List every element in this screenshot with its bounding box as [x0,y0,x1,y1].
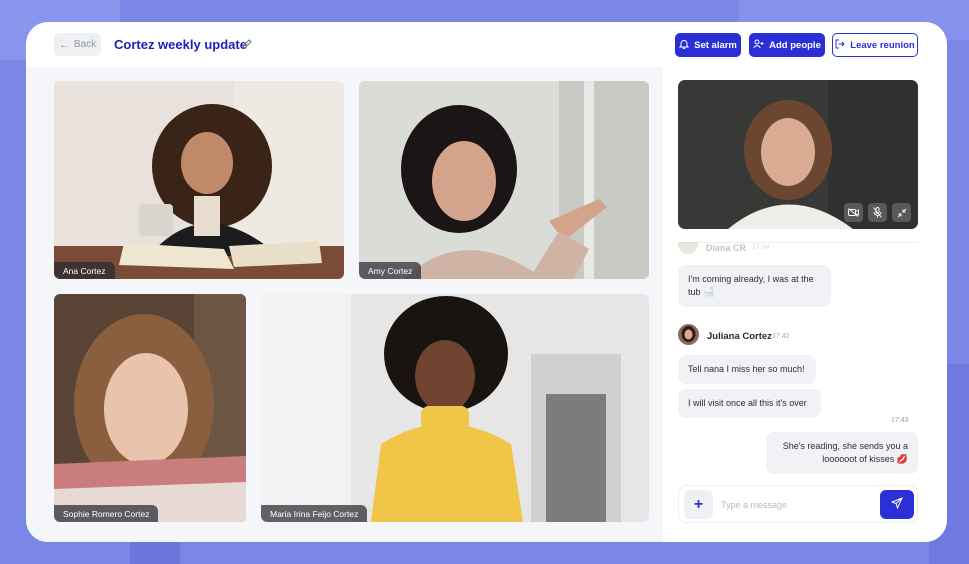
set-alarm-label: Set alarm [694,39,737,51]
participant-video [359,81,649,279]
avatar [678,324,699,345]
leave-label: Leave reunion [850,39,915,51]
sender-name: Diana CR [706,243,747,253]
participant-name: Maria Irina Feijo Cortez [261,505,368,522]
set-alarm-button[interactable]: Set alarm [675,33,741,57]
chat-message: I'm coming already, I was at the tub 🛁 [678,265,831,307]
add-people-label: Add people [769,39,821,51]
back-arrow-icon: ← [58,38,70,51]
meeting-window: ← Back Cortez weekly update Set alarm Ad… [26,22,947,542]
video-tile[interactable]: Ana Cortez [54,81,344,279]
participant-name: Ana Cortez [54,262,115,279]
mic-off-icon[interactable] [868,203,887,222]
participant-video [54,81,344,279]
video-tile[interactable]: Amy Cortez [359,81,649,279]
add-user-icon [753,39,764,52]
participant-video [261,294,649,522]
back-button[interactable]: ← Back [54,33,101,56]
message-time: 17:34 [752,244,770,251]
faded-message-header: Diana CR 17:34 [678,242,918,254]
bell-icon [678,39,690,52]
background-shape [130,540,180,564]
chat-message: I will visit once all this it's over [678,389,821,418]
sender-name: Juliana Cortez [707,331,772,342]
self-video [678,80,918,229]
video-tile[interactable]: Sophie Romero Cortez [54,294,246,522]
send-button[interactable] [880,490,914,519]
participant-name: Amy Cortez [359,262,422,279]
avatar [678,242,698,254]
back-label: Back [73,39,97,50]
chat-panel: Diana CR 17:34 I'm coming already, I was… [663,67,947,542]
participant-name: Sophie Romero Cortez [54,505,159,522]
video-grid: Ana Cortez Amy Cortez Sophie Romero Cort… [26,67,663,542]
message-time: 17:42 [772,333,790,340]
send-icon [890,496,903,514]
minimize-icon[interactable] [892,203,911,222]
message-time: 17:43 [891,417,909,424]
add-attachment-button[interactable]: + [684,490,713,519]
top-bar: ← Back Cortez weekly update Set alarm Ad… [26,22,947,67]
leave-reunion-button[interactable]: Leave reunion [832,33,918,57]
chat-message-own: She's reading, she sends you a loooooot … [766,432,918,474]
message-composer: + [678,485,918,523]
exit-icon [835,39,845,52]
meeting-title: Cortez weekly update [114,37,247,52]
message-input[interactable] [721,495,871,515]
camera-off-icon[interactable] [844,203,863,222]
add-people-button[interactable]: Add people [749,33,825,57]
participant-video [54,294,246,522]
chat-message: Tell nana I miss her so much! [678,355,816,384]
edit-pencil-icon[interactable] [241,37,253,55]
video-tile[interactable]: Maria Irina Feijo Cortez [261,294,649,522]
